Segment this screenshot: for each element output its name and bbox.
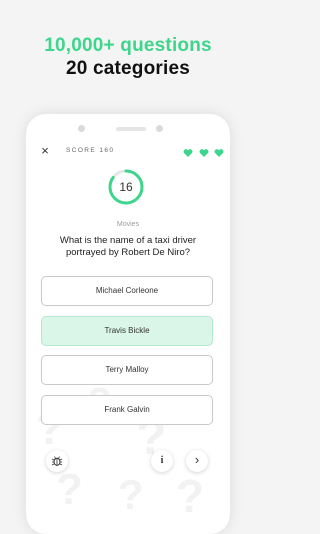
report-bug-button[interactable] (46, 450, 68, 472)
hero: 10,000+ questions 20 categories (0, 34, 256, 80)
sensor-dot (156, 125, 163, 132)
info-button[interactable]: i (151, 450, 173, 472)
score-label: SCORE 160 (66, 147, 115, 154)
close-icon[interactable]: × (38, 144, 52, 158)
next-button[interactable]: › (186, 450, 208, 472)
answer-option[interactable]: Terry Malloy (41, 355, 213, 385)
lives-indicator (182, 145, 224, 163)
speaker-slot (116, 127, 146, 131)
phone-frame: ? ? ? ? ? ? ? × SCORE 160 16 Movies What… (26, 114, 230, 534)
hero-title: 10,000+ questions (44, 35, 212, 56)
question-text: What is the name of a taxi driver portra… (59, 235, 197, 258)
bug-icon (51, 456, 63, 466)
answer-option[interactable]: Michael Corleone (41, 276, 213, 306)
hero-subtitle: 20 categories (65, 58, 191, 79)
game-topbar: × SCORE 160 (38, 144, 224, 158)
camera-dot (78, 125, 85, 132)
svg-text:?: ? (176, 470, 204, 522)
svg-text:?: ? (118, 471, 144, 518)
heart-icon (183, 149, 193, 157)
answer-option-correct[interactable]: Travis Bickle (41, 316, 213, 346)
heart-icon (214, 149, 224, 157)
svg-text:?: ? (56, 465, 83, 514)
category-label: Movies (116, 221, 140, 228)
timer-value: 16 (119, 180, 133, 194)
heart-icon (199, 149, 208, 157)
countdown-timer: 16 (107, 168, 145, 206)
answer-option[interactable]: Frank Galvin (41, 395, 213, 425)
